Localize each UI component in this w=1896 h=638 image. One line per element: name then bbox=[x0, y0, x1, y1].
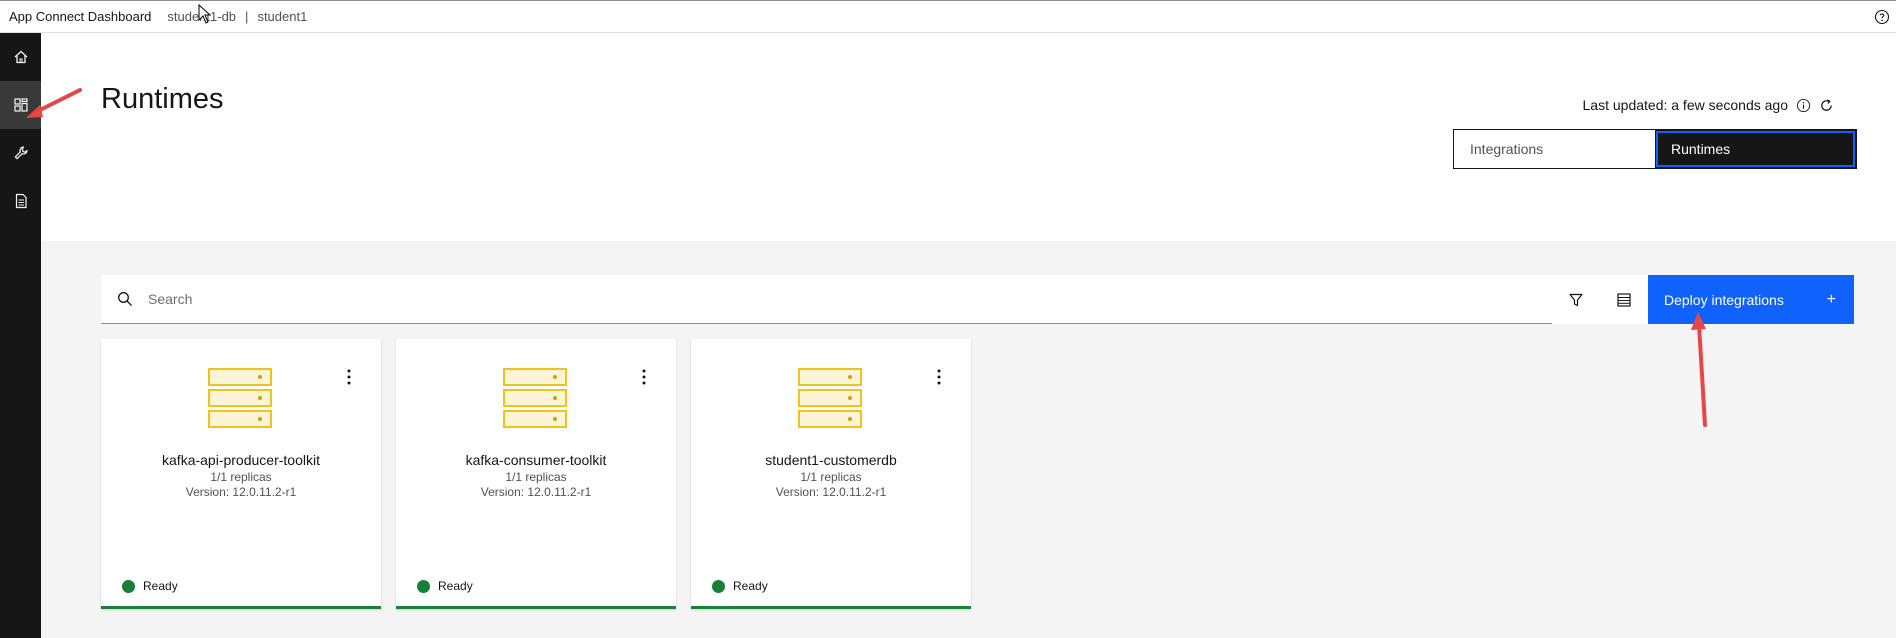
annotation-overlay bbox=[26, 88, 1707, 427]
annotation-arrow-sidebar bbox=[26, 88, 82, 118]
mouse-cursor-icon bbox=[198, 4, 212, 24]
annotation-arrow-deploy bbox=[1691, 312, 1707, 427]
